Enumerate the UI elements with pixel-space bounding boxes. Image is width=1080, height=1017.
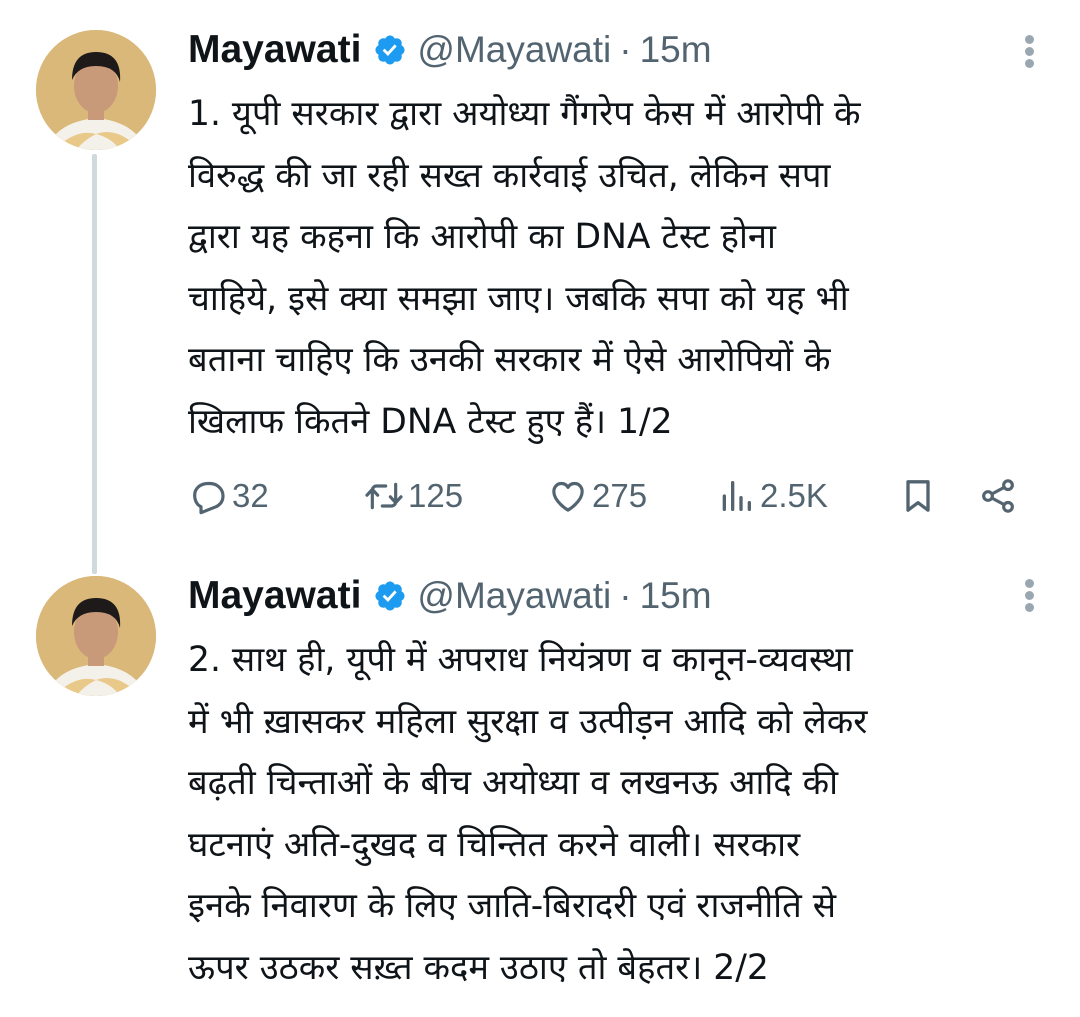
like-icon bbox=[552, 481, 584, 512]
more-vertical-icon[interactable] bbox=[1022, 32, 1036, 80]
timestamp[interactable]: 15m bbox=[640, 575, 712, 617]
avatar-image bbox=[36, 576, 156, 696]
tweet-text: 2. साथ ही, यूपी में अपराध नियंत्रण व कान… bbox=[188, 630, 1048, 999]
thread-line bbox=[92, 154, 97, 574]
reply-count: 32 bbox=[232, 477, 269, 514]
retweet-icon bbox=[365, 482, 403, 510]
separator: · bbox=[619, 29, 632, 70]
verified-badge-icon bbox=[375, 581, 405, 611]
text-line: खिलाफ कितने DNA टेस्ट हुए हैं। 1/2 bbox=[188, 401, 673, 442]
text-line: विरुद्ध की जा रही सख्त कार्रवाई उचित, ले… bbox=[188, 155, 831, 196]
text-line: बताना चाहिए कि उनकी सरकार में ऐसे आरोपिय… bbox=[188, 340, 831, 380]
tweet-header: Mayawati @Mayawati · 15m bbox=[188, 26, 712, 74]
text-line: बढ़ती चिन्ताओं के बीच अयोध्या व लखनऊ आदि… bbox=[188, 763, 839, 803]
bookmark-button[interactable] bbox=[898, 470, 938, 522]
retweet-count: 125 bbox=[408, 477, 464, 514]
text-line: घटनाएं अति-दुखद व चिन्तित करने वाली। सरक… bbox=[188, 824, 801, 865]
author-handle[interactable]: @Mayawati bbox=[417, 29, 611, 71]
bookmark-icon bbox=[906, 480, 930, 512]
action-bar: 32 125 275 2.5K bbox=[188, 470, 1038, 522]
tweet-text: 1. यूपी सरकार द्वारा अयोध्या गैंगरेप केस… bbox=[188, 84, 1048, 453]
retweet-button[interactable]: 125 bbox=[364, 470, 463, 522]
text-line: द्वारा यह कहना कि आरोपी का DNA टेस्ट होन… bbox=[188, 217, 776, 257]
text-line: 1. यूपी सरकार द्वारा अयोध्या गैंगरेप केस… bbox=[188, 94, 861, 134]
author-name[interactable]: Mayawati bbox=[188, 574, 361, 618]
tweet-header: Mayawati @Mayawati · 15m bbox=[188, 572, 712, 620]
text-line: 2. साथ ही, यूपी में अपराध नियंत्रण व कान… bbox=[188, 640, 853, 680]
views-button[interactable]: 2.5K bbox=[716, 470, 828, 522]
share-icon bbox=[982, 479, 1014, 513]
avatar[interactable] bbox=[36, 576, 156, 696]
views-icon bbox=[722, 481, 751, 511]
verified-badge-icon bbox=[375, 35, 405, 65]
avatar-image bbox=[36, 30, 156, 150]
author-name[interactable]: Mayawati bbox=[188, 28, 361, 72]
text-line: ऊपर उठकर सख़्त कदम उठाए तो बेहतर। 2/2 bbox=[188, 947, 769, 988]
tweet-1[interactable]: Mayawati @Mayawati · 15m 1. यूपी सरकार द… bbox=[0, 0, 1080, 574]
text-line: इनके निवारण के लिए जाति-बिरादरी एवं राजन… bbox=[188, 886, 837, 926]
text-line: चाहिये, इसे क्या समझा जाए। जबकि सपा को य… bbox=[188, 278, 849, 319]
text-line: में भी ख़ासकर महिला सुरक्षा व उत्पीड़न आ… bbox=[188, 701, 868, 742]
author-handle[interactable]: @Mayawati bbox=[417, 575, 611, 617]
reply-icon bbox=[193, 481, 225, 515]
like-button[interactable]: 275 bbox=[548, 470, 647, 522]
more-vertical-icon[interactable] bbox=[1022, 576, 1036, 624]
separator: · bbox=[619, 575, 632, 616]
avatar[interactable] bbox=[36, 30, 156, 150]
like-count: 275 bbox=[592, 477, 648, 514]
reply-button[interactable]: 32 bbox=[188, 470, 269, 522]
tweet-2[interactable]: Mayawati @Mayawati · 15m 2. साथ ही, यूपी… bbox=[0, 560, 1080, 1017]
share-button[interactable] bbox=[978, 470, 1018, 522]
timestamp[interactable]: 15m bbox=[640, 29, 712, 71]
views-count: 2.5K bbox=[760, 477, 828, 514]
